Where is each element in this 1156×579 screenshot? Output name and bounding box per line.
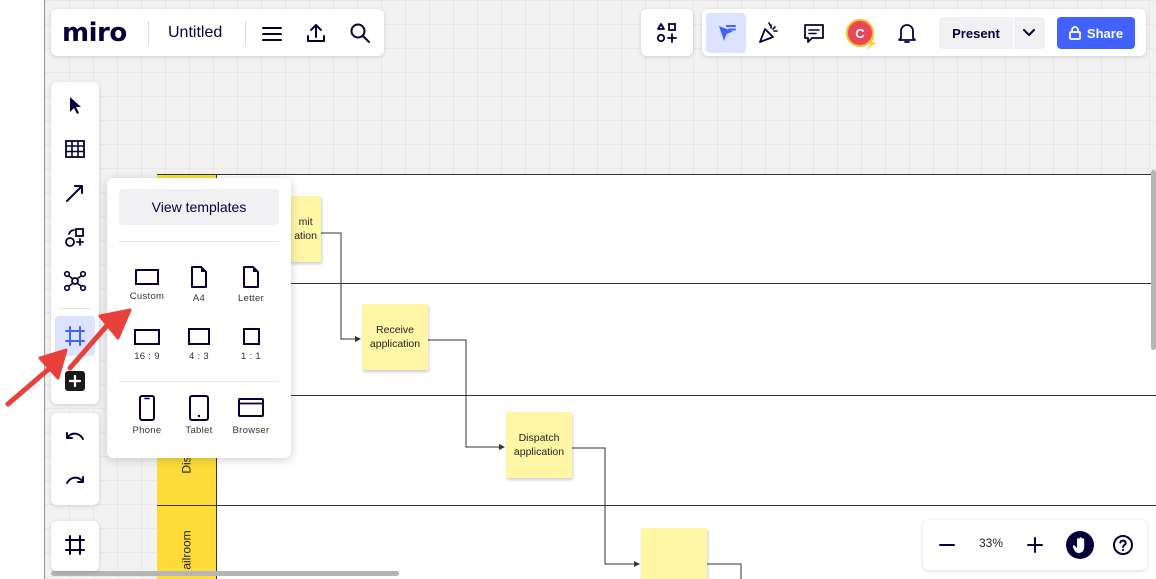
preset-1-1[interactable]: 1 : 1 bbox=[225, 328, 277, 362]
browser-window-icon bbox=[238, 398, 264, 417]
divider bbox=[148, 21, 149, 45]
chevron-down-icon[interactable] bbox=[1013, 17, 1045, 49]
preset-a4[interactable]: A4 bbox=[173, 266, 225, 304]
redo-button[interactable] bbox=[55, 462, 95, 502]
phone-icon bbox=[139, 395, 155, 421]
mind-map-tool[interactable] bbox=[55, 261, 95, 301]
letter-page-icon bbox=[243, 266, 259, 288]
horizontal-scrollbar[interactable] bbox=[51, 571, 399, 576]
divider bbox=[245, 21, 246, 45]
zoom-level[interactable]: 33% bbox=[972, 536, 1010, 550]
present-button-group: Present bbox=[939, 17, 1045, 49]
help-button[interactable] bbox=[1110, 532, 1136, 558]
frames-list-icon bbox=[65, 535, 85, 555]
arrow-line-icon bbox=[66, 185, 83, 202]
pointer-tool-icon[interactable] bbox=[706, 13, 746, 53]
sticky-note[interactable]: Receive application bbox=[362, 304, 428, 370]
preset-browser[interactable]: Browser bbox=[225, 397, 277, 436]
hand-icon bbox=[1072, 537, 1085, 553]
view-templates-button[interactable]: View templates bbox=[119, 189, 279, 225]
table-tool[interactable] bbox=[55, 129, 95, 169]
square-frame-icon bbox=[242, 328, 260, 345]
a4-page-icon bbox=[191, 266, 207, 288]
present-button[interactable]: Present bbox=[939, 17, 1013, 49]
upload-icon[interactable] bbox=[303, 20, 329, 46]
vertical-scrollbar[interactable] bbox=[1151, 170, 1156, 350]
preset-letter[interactable]: Letter bbox=[225, 266, 277, 304]
zoom-in-button[interactable] bbox=[1022, 532, 1048, 558]
zoom-out-button[interactable] bbox=[934, 532, 960, 558]
tablet-icon bbox=[189, 395, 209, 421]
search-icon[interactable] bbox=[347, 20, 373, 46]
menu-icon[interactable] bbox=[259, 21, 285, 47]
hand-tool-button[interactable] bbox=[1066, 531, 1094, 559]
table-icon bbox=[65, 140, 85, 158]
lightning-badge-icon: ⚡ bbox=[864, 38, 878, 50]
lock-icon bbox=[1069, 26, 1081, 40]
miro-logo[interactable]: miro bbox=[62, 18, 127, 48]
notifications-bell-icon[interactable] bbox=[894, 20, 920, 46]
divider bbox=[119, 381, 279, 382]
plus-icon bbox=[1027, 537, 1043, 553]
annotation-arrow-icon bbox=[67, 308, 132, 371]
board-title[interactable]: Untitled bbox=[168, 24, 222, 42]
preset-phone[interactable]: Phone bbox=[121, 395, 173, 436]
mind-map-icon bbox=[63, 270, 87, 292]
sticky-note[interactable]: Dispatch application bbox=[506, 412, 572, 478]
preset-tablet[interactable]: Tablet bbox=[173, 395, 225, 436]
select-tool[interactable] bbox=[55, 85, 95, 125]
preset-4-3[interactable]: 4 : 3 bbox=[173, 328, 225, 362]
preset-custom[interactable]: Custom bbox=[121, 269, 173, 302]
divider bbox=[119, 241, 279, 242]
comments-icon[interactable] bbox=[801, 20, 827, 46]
shapes-icon bbox=[65, 228, 84, 247]
share-label: Share bbox=[1086, 25, 1124, 41]
redo-icon bbox=[66, 476, 84, 484]
connection-line-tool[interactable] bbox=[55, 173, 95, 213]
share-button[interactable]: Share bbox=[1057, 17, 1135, 49]
apps-icon[interactable] bbox=[654, 20, 680, 46]
standard-frame-icon bbox=[188, 328, 210, 345]
shapes-tool[interactable] bbox=[55, 217, 95, 257]
sticky-note[interactable] bbox=[641, 528, 707, 579]
help-icon bbox=[1113, 535, 1133, 555]
celebration-icon[interactable] bbox=[756, 20, 782, 46]
undo-button[interactable] bbox=[55, 418, 95, 458]
undo-icon bbox=[66, 432, 84, 440]
cursor-icon bbox=[70, 97, 81, 114]
minus-icon bbox=[939, 544, 955, 546]
frames-list-button[interactable] bbox=[55, 525, 95, 565]
custom-frame-icon bbox=[135, 269, 159, 285]
